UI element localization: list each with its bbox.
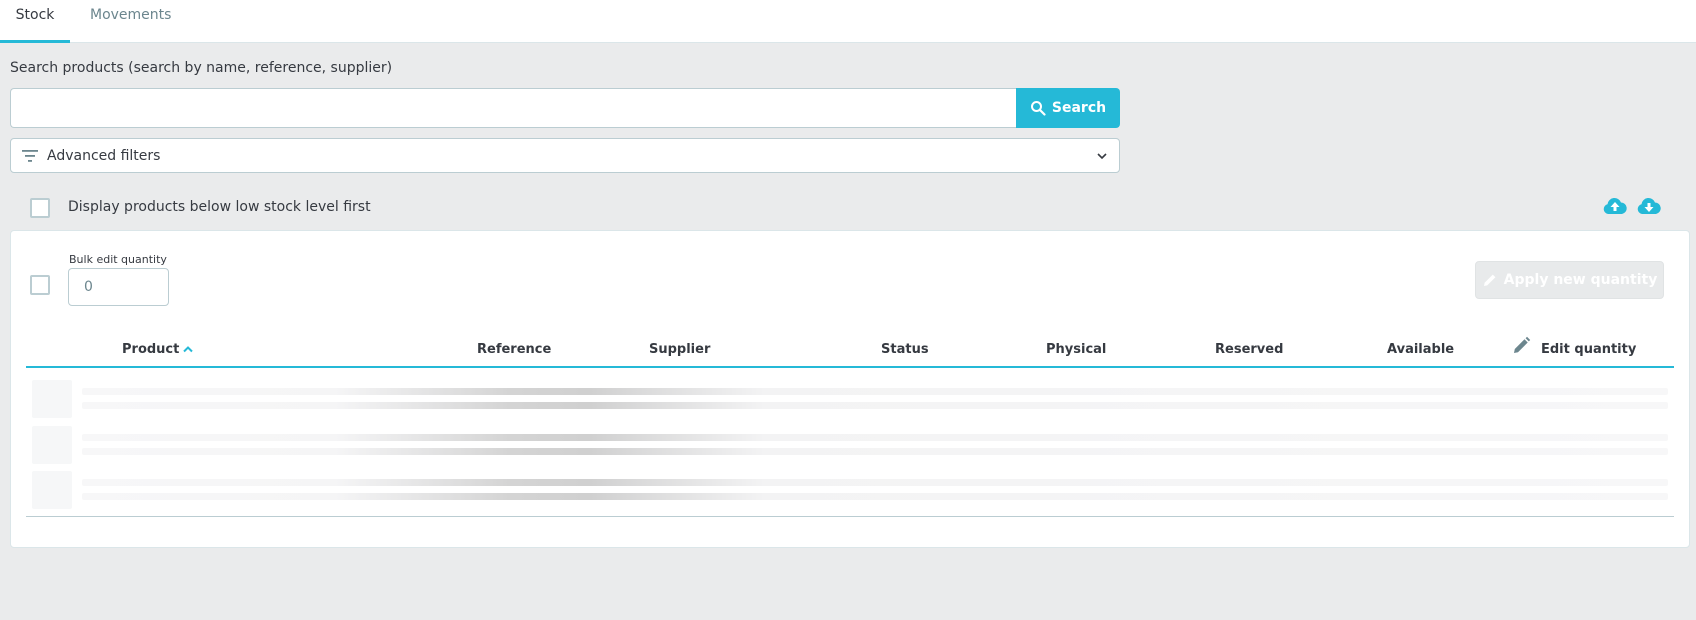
loading-bar [82, 388, 1668, 395]
advanced-filters-toggle[interactable]: Advanced filters [10, 138, 1120, 173]
select-all-checkbox[interactable] [30, 275, 50, 295]
loading-thumbnail [32, 471, 72, 509]
chevron-down-icon [1097, 153, 1107, 160]
loading-row [26, 378, 1674, 418]
tab-stock-label: Stock [15, 7, 55, 23]
loading-bar [82, 402, 1668, 409]
column-header-status[interactable]: Status [881, 342, 929, 357]
loading-bar [82, 493, 1668, 500]
tab-movements-label: Movements [90, 7, 172, 23]
table-bottom-divider [26, 516, 1674, 517]
column-header-product[interactable]: Product [122, 342, 179, 357]
search-button[interactable]: Search [1016, 88, 1120, 128]
low-stock-label: Display products below low stock level f… [68, 199, 371, 215]
search-button-label: Search [1051, 100, 1107, 116]
search-label: Search products (search by name, referen… [10, 60, 393, 76]
apply-new-quantity-label: Apply new quantity [1503, 272, 1658, 288]
column-header-available[interactable]: Available [1387, 342, 1454, 357]
search-input[interactable] [10, 88, 1017, 128]
apply-new-quantity-button[interactable]: Apply new quantity [1475, 261, 1664, 299]
column-header-reference[interactable]: Reference [477, 342, 551, 357]
column-header-reserved[interactable]: Reserved [1215, 342, 1283, 357]
loading-row [26, 424, 1674, 464]
search-icon [1030, 101, 1046, 116]
loading-thumbnail [32, 380, 72, 418]
table-header: Product Reference Supplier Status Physic… [26, 330, 1674, 368]
cloud-upload-icon[interactable] [1602, 196, 1628, 216]
pencil-icon [1483, 274, 1496, 286]
cloud-download-icon[interactable] [1636, 196, 1662, 216]
column-header-edit-quantity: Edit quantity [1541, 342, 1637, 357]
tab-movements[interactable]: Movements [90, 0, 190, 43]
filter-icon [22, 149, 38, 162]
tab-stock[interactable]: Stock [0, 0, 70, 43]
tab-bar: Stock Movements [0, 0, 1696, 43]
low-stock-checkbox[interactable] [30, 198, 50, 218]
sort-ascending-icon[interactable] [182, 344, 194, 354]
advanced-filters-label: Advanced filters [47, 147, 161, 164]
loading-row [26, 469, 1674, 509]
loading-bar [82, 434, 1668, 441]
column-header-physical[interactable]: Physical [1046, 342, 1106, 357]
column-header-supplier[interactable]: Supplier [649, 342, 710, 357]
loading-bar [82, 448, 1668, 455]
bulk-edit-quantity-input[interactable] [68, 268, 169, 306]
bulk-edit-label: Bulk edit quantity [69, 253, 167, 266]
loading-bar [82, 479, 1668, 486]
pencil-icon [1514, 336, 1531, 353]
loading-thumbnail [32, 426, 72, 464]
